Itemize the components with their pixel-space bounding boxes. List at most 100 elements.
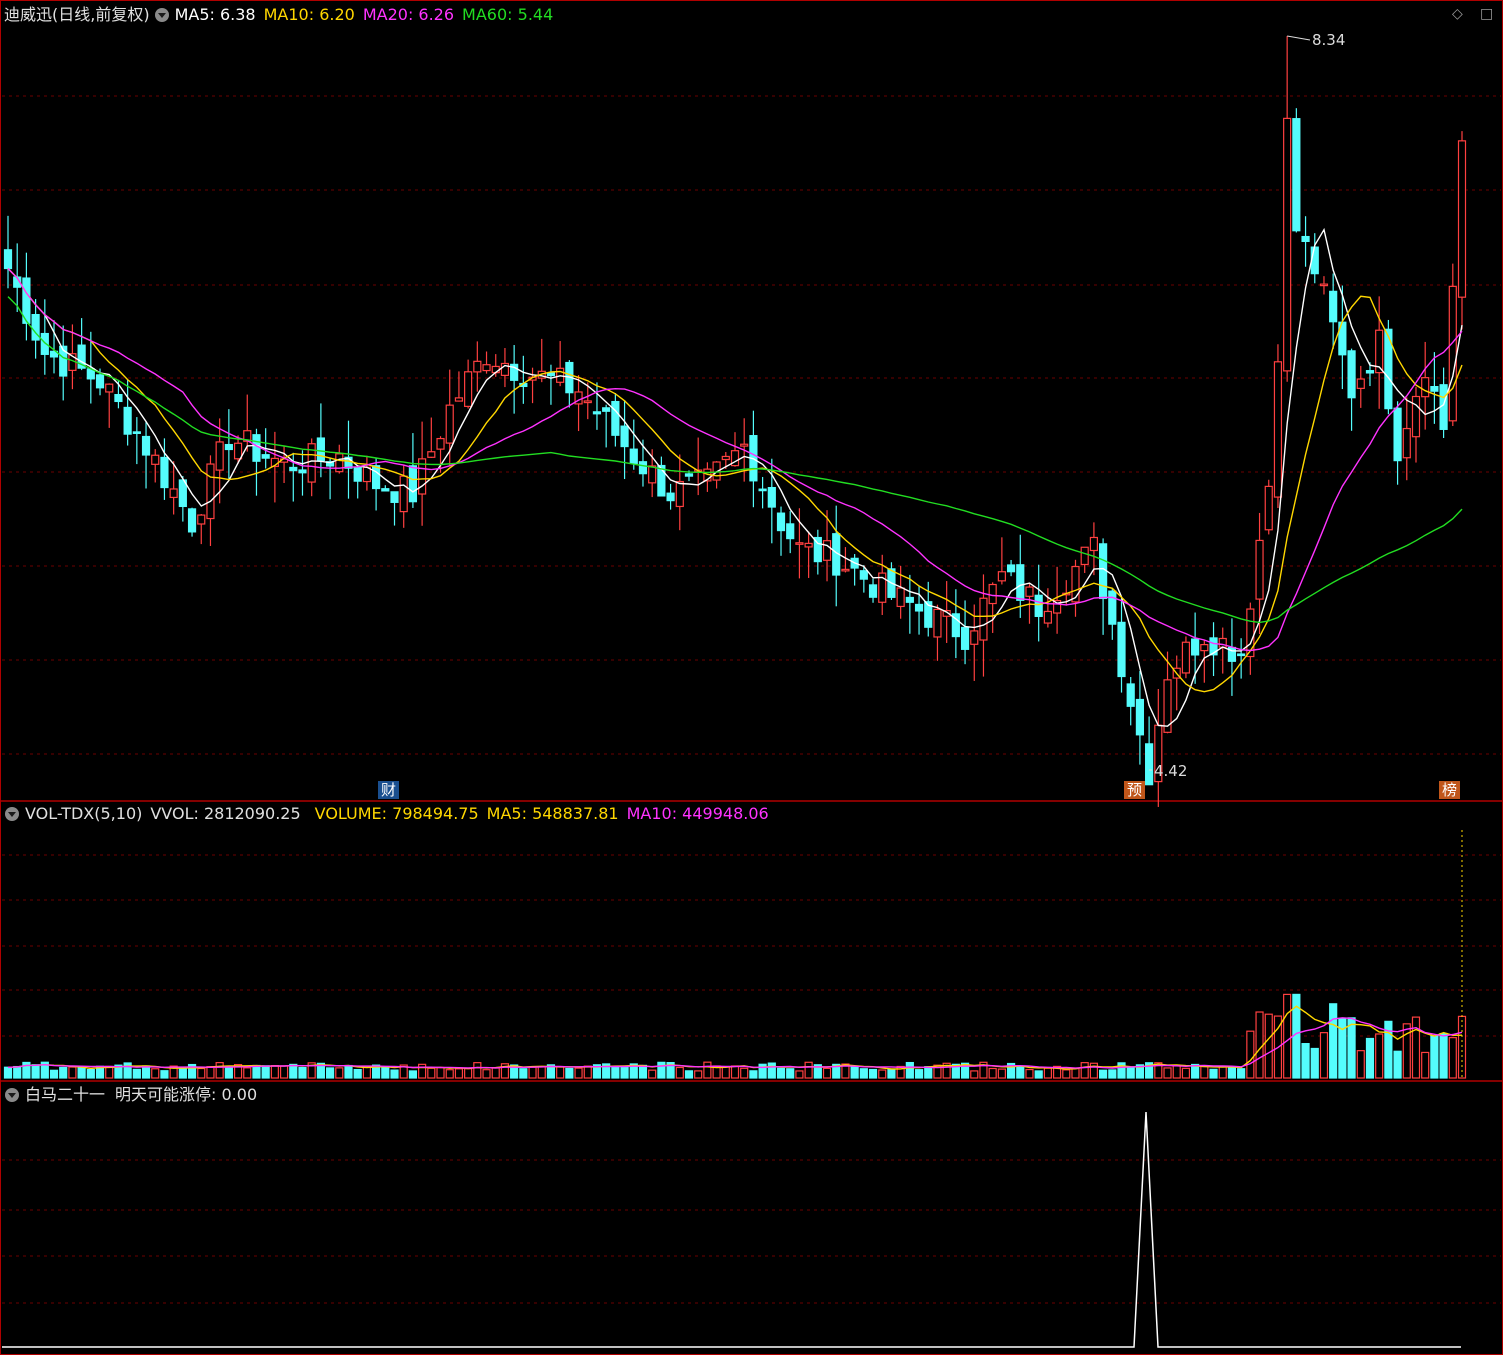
volume-bar [1016, 1065, 1025, 1079]
ma20-label: MA20: 6.26 [362, 5, 455, 24]
ranking-flag[interactable]: 榜 [1439, 781, 1461, 799]
chart-canvas[interactable] [0, 0, 1503, 1355]
volume-indicator-toggle-icon[interactable] [5, 807, 19, 821]
candle-body [1365, 370, 1375, 374]
candle-body [767, 486, 776, 508]
volume-bar [537, 1065, 546, 1079]
candle-body [1043, 610, 1052, 624]
volume-bar [390, 1069, 399, 1079]
volume-bar [767, 1062, 776, 1079]
volume-bar [261, 1065, 270, 1079]
candle-body [1089, 536, 1098, 552]
volume-bar [684, 1070, 694, 1079]
candle-body [795, 542, 804, 545]
candle-body [620, 425, 629, 448]
volume-bar [795, 1070, 804, 1079]
candle-body [1347, 350, 1356, 399]
volume-bar [1347, 1017, 1356, 1079]
candle-body [859, 570, 868, 580]
forecast-flag[interactable]: 预 [1124, 781, 1146, 799]
candle-body [1421, 377, 1430, 398]
candle-body [1448, 285, 1457, 422]
volume-bar [924, 1066, 933, 1079]
volume-bar [77, 1067, 86, 1079]
signal-indicator-toggle-icon[interactable] [5, 1088, 19, 1102]
maximize-icon[interactable]: □ [1480, 6, 1493, 22]
candle-body [298, 469, 307, 474]
candle-body [3, 249, 13, 270]
signal-indicator-title: 白马二十一 [25, 1085, 106, 1104]
volume-bar [740, 1067, 749, 1079]
volume-bar [776, 1067, 786, 1079]
volume-bar [464, 1068, 473, 1079]
volume-bar [749, 1070, 758, 1079]
candle-body [1255, 539, 1264, 600]
candle-body [454, 397, 464, 402]
candle-body [960, 626, 970, 650]
volume-ma5-label: MA5: 548837.81 [486, 804, 619, 823]
volume-bar [970, 1070, 979, 1079]
main-indicator-toggle-icon[interactable] [154, 8, 169, 22]
volume-bar [1421, 1051, 1430, 1079]
candle-body [684, 473, 694, 477]
candle-body [408, 465, 418, 503]
high-price-label: 8.34 [1312, 31, 1346, 49]
candle-body [123, 406, 132, 435]
volume-bar [850, 1066, 859, 1079]
candle-body [224, 443, 233, 451]
volume-bar [13, 1065, 22, 1079]
volume-bar [914, 1069, 924, 1079]
candle-body [721, 455, 730, 461]
candle-body [804, 542, 813, 548]
candle-body [592, 411, 602, 415]
candle-body [1025, 586, 1034, 597]
candle-body [1191, 638, 1200, 656]
volume-bar [160, 1070, 169, 1079]
diamond-icon[interactable]: ◇ [1452, 6, 1463, 22]
candle-body [464, 371, 473, 407]
candle-body [353, 466, 362, 482]
candle-body [776, 512, 786, 532]
volume-bar [1163, 1067, 1172, 1079]
volume-bar [648, 1069, 657, 1079]
volume-bar [482, 1069, 491, 1079]
signal-legend: 白马二十一 明天可能涨停: 0.00 [0, 1082, 265, 1108]
candle-body [758, 488, 767, 492]
ma10-line [7, 268, 1463, 693]
candle-body [105, 383, 114, 393]
candle-body [583, 400, 592, 404]
candle-body [648, 465, 657, 484]
finance-flag[interactable]: 财 [378, 781, 400, 799]
volume-bar [132, 1068, 141, 1079]
volume-bar [1237, 1068, 1246, 1079]
candle-body [1283, 117, 1292, 372]
volume-bar [381, 1066, 390, 1079]
candle-body [160, 456, 169, 489]
volume-bar [1025, 1068, 1034, 1079]
volume-bar [279, 1065, 289, 1079]
volume-bar [1181, 1067, 1191, 1079]
candle-body [1329, 290, 1338, 323]
volume-bar [694, 1070, 703, 1079]
candle-body [675, 480, 684, 508]
volume-bar [68, 1066, 77, 1079]
volume-bar [1062, 1069, 1071, 1079]
volume-bar [878, 1069, 887, 1079]
candle-body [1411, 395, 1421, 438]
volume-bar [49, 1069, 59, 1079]
volume-bar [178, 1068, 187, 1079]
volume-bar [224, 1066, 233, 1079]
volume-bar [1365, 1037, 1375, 1079]
volume-bar [335, 1067, 344, 1079]
volume-bar [344, 1064, 353, 1079]
volume-bar [215, 1062, 224, 1079]
volume-bar [436, 1067, 445, 1079]
volume-bar [408, 1070, 418, 1079]
candle-body [215, 441, 224, 471]
volume-bar [786, 1068, 795, 1079]
candle-body [1402, 427, 1411, 459]
candle-body [1264, 485, 1273, 531]
volume-bar [1264, 1013, 1273, 1079]
stock-chart-window: 迪威迅(日线,前复权) MA5: 6.38 MA10: 6.20 MA20: 6… [0, 0, 1503, 1355]
volume-bar [141, 1065, 151, 1079]
